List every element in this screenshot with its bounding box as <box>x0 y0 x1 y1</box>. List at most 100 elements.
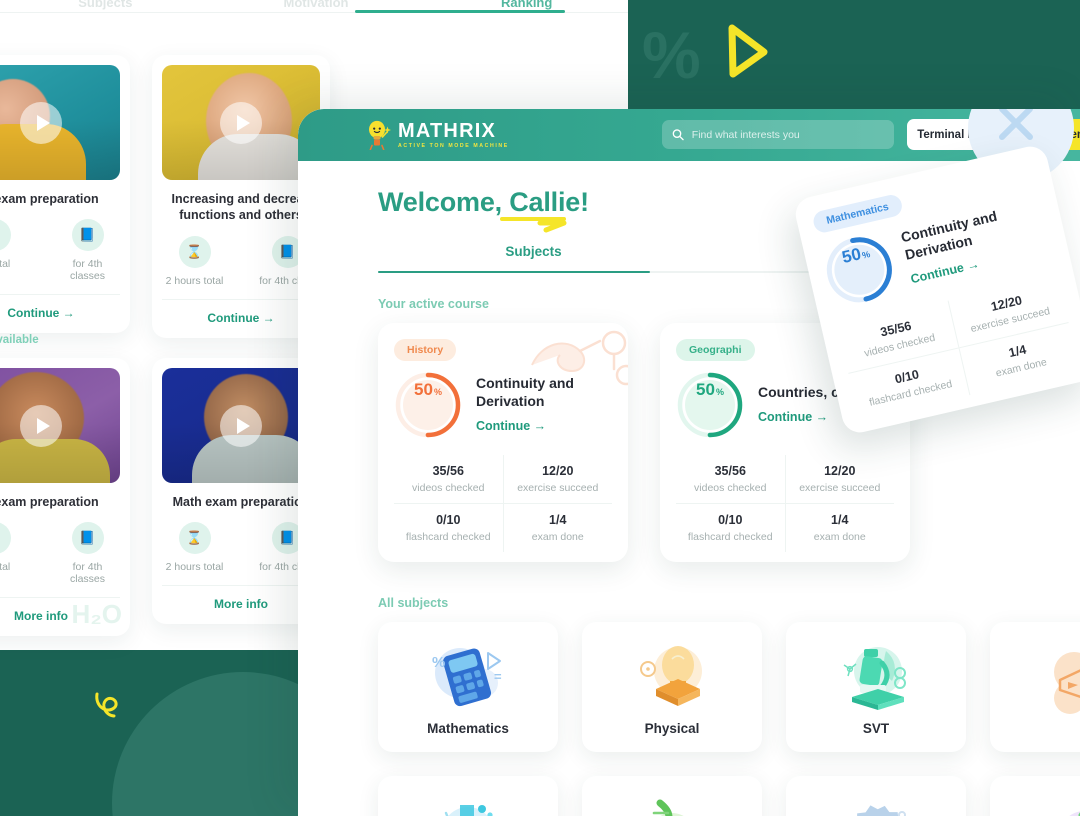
stat-label: videos checked <box>412 482 485 494</box>
background-tab-indicator <box>355 10 565 13</box>
stat-label: exercise succeed <box>517 482 599 494</box>
background-course-card[interactable]: h exam preparation ⌛ rs total 📘 for 4th … <box>0 55 130 334</box>
play-button-icon[interactable] <box>20 404 62 447</box>
lightbulb-mascot-icon <box>369 120 391 150</box>
availability-note: available <box>0 334 39 346</box>
course-duration: ⌛ rs total <box>0 522 27 585</box>
subject-card-physical[interactable]: Physical <box>582 622 762 752</box>
svg-text:=: = <box>494 669 502 684</box>
course-continue-link[interactable]: Continue → <box>476 419 546 433</box>
progress-percent-symbol: % <box>715 387 724 397</box>
course-card-title: h exam preparation <box>0 495 99 509</box>
background-tab-bar[interactable]: Subjects Motivation Ranking <box>0 0 632 18</box>
subject-card-4[interactable] <box>990 622 1080 752</box>
course-moreinfo-link[interactable]: More info <box>162 586 320 624</box>
subject-card-mathematics[interactable]: % = Mathematics <box>378 622 558 752</box>
h2o-watermark: H₂O <box>71 599 122 630</box>
grape-icon <box>1069 811 1080 816</box>
stat-value: 12/20 <box>542 464 574 478</box>
course-title: Continuity and Derivation <box>476 375 574 409</box>
progress-value: 50 % <box>403 380 453 430</box>
course-continue-link[interactable]: Continue → <box>0 295 120 333</box>
subject-card-chemistry[interactable] <box>378 776 558 816</box>
search-input[interactable] <box>691 128 884 141</box>
stat-label: exercise succeed <box>799 482 881 494</box>
stat-exercises: 12/20 exercise succeed <box>784 455 895 503</box>
course-thumbnail[interactable] <box>162 65 320 180</box>
stat-value: 35/56 <box>714 464 746 478</box>
progress-percent: 50 <box>414 380 433 399</box>
stat-exercises: 12/20 exercise succeed <box>502 455 613 503</box>
background-course-card[interactable]: h exam preparation ⌛ rs total 📘 for 4th … <box>0 358 130 637</box>
subject-card-biology[interactable] <box>582 776 762 816</box>
course-duration: ⌛ rs total <box>0 219 27 282</box>
course-card-title: Math exam preparation <box>172 495 310 509</box>
book-icon: 📘 <box>71 219 104 252</box>
progress-percent-symbol: % <box>433 387 442 397</box>
play-button-icon[interactable] <box>20 101 62 144</box>
yellow-play-doodle-icon <box>728 24 768 78</box>
stat-value: 0/10 <box>718 513 743 527</box>
stat-label: videos checked <box>694 482 767 494</box>
page-title: Welcome, Callie! <box>378 187 589 233</box>
all-subjects-heading: All subjects <box>378 596 449 610</box>
course-card-meta: ⌛ rs total 📘 for 4th classes <box>0 219 120 282</box>
course-classes: 📘 for 4th classes <box>55 219 120 282</box>
stat-label: exam done <box>813 531 866 543</box>
course-thumbnail[interactable] <box>162 368 320 483</box>
yellow-underline-doodle-icon <box>500 217 567 233</box>
subject-name: Physical <box>644 720 700 736</box>
play-button-icon[interactable] <box>220 404 262 447</box>
percent-watermark: % <box>642 18 701 92</box>
dna-icon <box>652 799 684 816</box>
stat-videos: 35/56 videos checked <box>676 455 785 503</box>
progress-ring: 50 % <box>676 371 744 439</box>
course-card-meta: ⌛ 2 hours total 📘 for 4th class <box>162 235 320 287</box>
subjects-grid-row2 <box>378 776 1080 816</box>
subject-card-8[interactable] <box>990 776 1080 816</box>
course-card-title: h exam preparation <box>0 192 99 206</box>
subject-card-svt[interactable]: SVT <box>786 622 966 752</box>
course-stats: 35/56 videos checked 12/20 exercise succ… <box>394 455 612 552</box>
megaphone-icon <box>1054 652 1080 714</box>
progress-percent-symbol: % <box>861 249 872 261</box>
subject-name: Mathematics <box>427 720 509 736</box>
course-duration: ⌛ 2 hours total <box>162 235 227 287</box>
logo-wordmark: MATHRIX <box>398 119 497 142</box>
book-icon: 📘 <box>71 522 104 555</box>
background-tab-motivation[interactable]: Motivation <box>211 0 422 18</box>
course-badge: History <box>394 339 457 361</box>
course-continue-link[interactable]: Continue → <box>909 257 980 286</box>
background-tab-ranking[interactable]: Ranking <box>421 0 632 18</box>
yellow-e-doodle-icon <box>95 692 118 718</box>
play-button-icon[interactable] <box>220 101 262 144</box>
background-tab-subjects[interactable]: Subjects <box>0 0 211 18</box>
course-card-history[interactable]: History 50 % Continuity and Derivation C… <box>378 323 628 562</box>
search-bar[interactable] <box>662 120 894 149</box>
stat-row: 0/10 flashcard checked 1/4 exam done <box>676 503 894 552</box>
stat-videos: 35/56 videos checked <box>394 455 503 503</box>
tab-subjects[interactable]: Subjects <box>378 244 689 273</box>
subject-card-engineering[interactable] <box>786 776 966 816</box>
stat-flashcards: 0/10 flashcard checked <box>394 504 503 552</box>
stat-value: 35/56 <box>432 464 464 478</box>
course-thumbnail[interactable] <box>0 65 120 180</box>
progress-percent: 50 <box>696 380 715 399</box>
course-thumbnail[interactable] <box>0 368 120 483</box>
course-card-meta: ⌛ 2 hours total 📘 for 4th class <box>162 522 320 573</box>
course-continue-link[interactable]: Continue → <box>162 300 320 338</box>
course-classes: 📘 for 4th classes <box>55 522 120 585</box>
calculator-icon: % = <box>432 647 502 706</box>
stat-exams: 1/4 exam done <box>502 504 613 552</box>
decorative-panel-top-right: % <box>628 0 1080 109</box>
course-continue-link[interactable]: Continue → <box>758 410 828 424</box>
app-logo[interactable]: MATHRIX ACTIVE TON MODE MACHINE <box>366 120 509 150</box>
stat-exams: 1/4 exam done <box>784 504 895 552</box>
course-card-meta: ⌛ rs total 📘 for 4th classes <box>0 522 120 585</box>
course-info: Continuity and Derivation Continue → <box>899 198 1049 288</box>
progress-value: 50 % <box>685 380 735 430</box>
stat-label: exam done <box>531 531 584 543</box>
course-head: 50 % Continuity and Derivation Continue … <box>394 371 612 439</box>
stat-row: 35/56 videos checked 12/20 exercise succ… <box>394 455 612 503</box>
subjects-grid-row1: % = Mathematics Physical SVT <box>378 622 1080 752</box>
